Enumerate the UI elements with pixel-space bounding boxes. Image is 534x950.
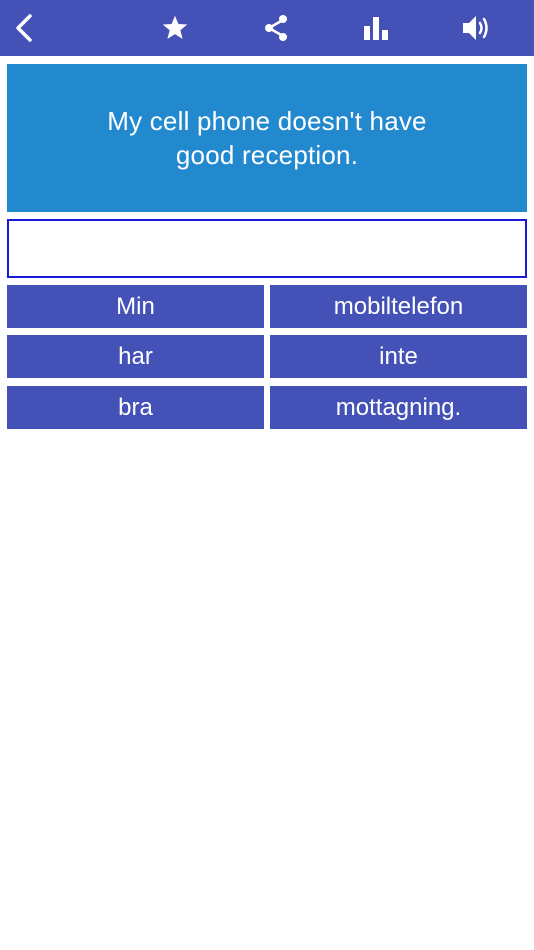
- back-button[interactable]: [6, 8, 46, 48]
- answer-field[interactable]: [7, 219, 527, 278]
- prompt-text: My cell phone doesn't have good receptio…: [107, 106, 427, 170]
- back-icon: [16, 14, 32, 42]
- share-icon: [265, 15, 287, 41]
- word-tile[interactable]: bra: [7, 386, 264, 429]
- prompt-card: My cell phone doesn't have good receptio…: [7, 64, 527, 212]
- stats-button[interactable]: [356, 8, 396, 48]
- word-tile[interactable]: har: [7, 335, 264, 378]
- top-toolbar: [0, 0, 534, 56]
- stats-icon: [364, 17, 388, 40]
- favorite-button[interactable]: [155, 8, 195, 48]
- sound-button[interactable]: [457, 8, 497, 48]
- word-tile[interactable]: mobiltelefon: [270, 285, 527, 328]
- word-tile[interactable]: Min: [7, 285, 264, 328]
- share-button[interactable]: [256, 8, 296, 48]
- word-tile[interactable]: mottagning.: [270, 386, 527, 429]
- star-icon: [162, 15, 188, 39]
- speaker-icon: [463, 16, 488, 40]
- word-tile[interactable]: inte: [270, 335, 527, 378]
